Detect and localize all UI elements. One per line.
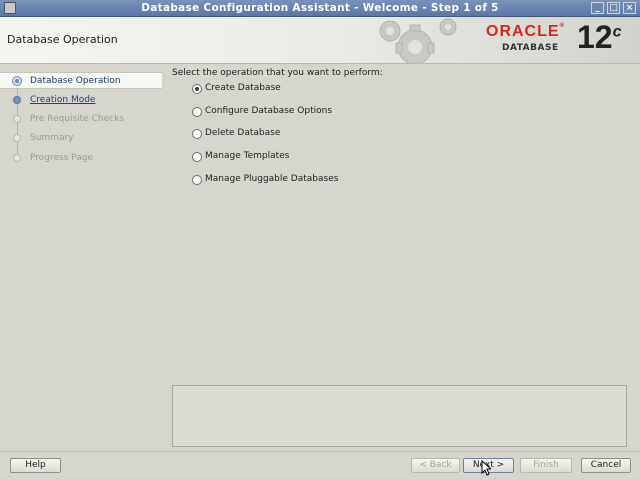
radio-unselected[interactable] [192, 152, 202, 162]
version-logo: 12c [577, 19, 622, 55]
operation-prompt: Select the operation that you want to pe… [172, 68, 383, 78]
steps-sidebar: Database Operation Creation Mode Pre Req… [0, 64, 166, 451]
maximize-icon[interactable]: □ [607, 2, 620, 14]
page-title: Database Operation [7, 33, 118, 46]
option-label[interactable]: Configure Database Options [205, 106, 332, 116]
step-link-icon [13, 96, 21, 104]
step-creation-mode[interactable]: Creation Mode [0, 92, 162, 109]
option-label[interactable]: Create Database [205, 83, 281, 93]
step-label[interactable]: Creation Mode [30, 95, 95, 105]
step-label: Database Operation [30, 76, 121, 86]
step-pending-icon [13, 134, 21, 142]
main-content: Select the operation that you want to pe… [166, 64, 640, 451]
finish-button[interactable]: Finish [520, 458, 572, 473]
option-label[interactable]: Manage Templates [205, 151, 289, 161]
button-bar: Help < Back Next > Finish Cancel [0, 451, 640, 479]
radio-unselected[interactable] [192, 107, 202, 117]
cancel-button[interactable]: Cancel [581, 458, 631, 473]
step-progress-page: Progress Page [0, 150, 162, 167]
step-label: Pre Requisite Checks [30, 114, 124, 124]
help-button[interactable]: Help [10, 458, 61, 473]
mouse-cursor-icon [481, 460, 491, 476]
header-banner: Database Operation ORACLE® DATABASE 12c [0, 17, 640, 64]
radio-selected[interactable] [192, 84, 202, 94]
gears-icon [379, 18, 457, 63]
radio-unselected[interactable] [192, 129, 202, 139]
radio-unselected[interactable] [192, 175, 202, 185]
step-pending-icon [13, 115, 21, 123]
window-title: Database Configuration Assistant - Welco… [141, 2, 499, 14]
window-titlebar: Database Configuration Assistant - Welco… [0, 0, 640, 17]
step-pre-requisite-checks: Pre Requisite Checks [0, 111, 162, 128]
step-database-operation[interactable]: Database Operation [0, 72, 162, 89]
option-label[interactable]: Manage Pluggable Databases [205, 174, 338, 184]
back-button[interactable]: < Back [411, 458, 460, 473]
step-label: Progress Page [30, 153, 94, 163]
step-pending-icon [13, 154, 21, 162]
oracle-database-label: DATABASE [502, 43, 559, 53]
option-label[interactable]: Delete Database [205, 128, 280, 138]
step-label: Summary [30, 133, 74, 143]
step-current-icon [13, 77, 21, 85]
step-summary: Summary [0, 130, 162, 147]
minimize-icon[interactable]: _ [591, 2, 604, 14]
details-pane [172, 385, 627, 447]
oracle-logo: ORACLE® [486, 23, 565, 40]
close-icon[interactable]: × [623, 2, 636, 14]
